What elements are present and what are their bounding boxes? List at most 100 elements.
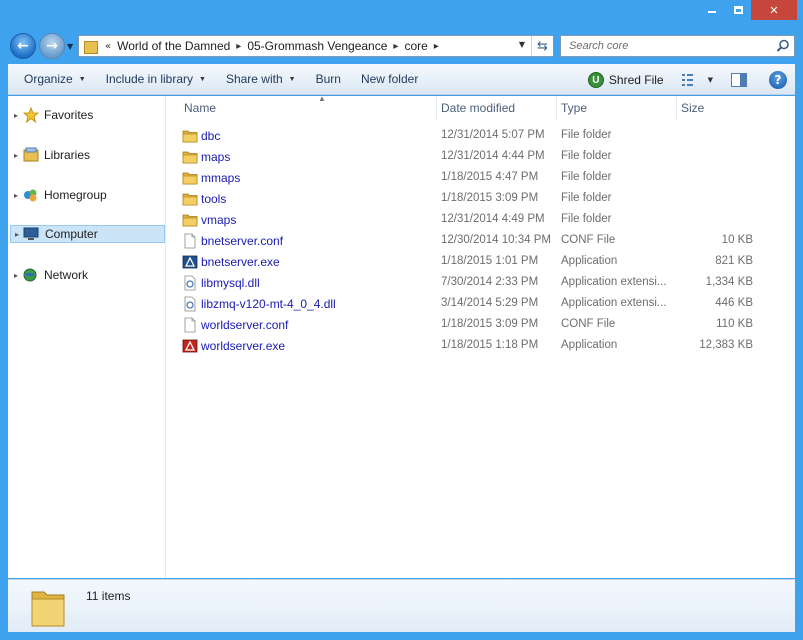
file-row[interactable]: worldserver.exe 1/18/2015 1:18 PM Applicat… bbox=[180, 335, 780, 356]
search-input[interactable] bbox=[569, 40, 769, 52]
caption-buttons: ✕ bbox=[699, 0, 797, 20]
share-with-button[interactable]: Share with ▼ bbox=[218, 67, 304, 91]
nav-item-computer[interactable]: ▸ Computer bbox=[10, 225, 165, 243]
organize-label: Organize bbox=[24, 72, 73, 86]
file-size: 12,383 KB bbox=[699, 339, 753, 351]
breadcrumb-item[interactable]: 05-Grommash Vengeance bbox=[247, 39, 387, 53]
chevron-right-icon[interactable]: ▸ bbox=[387, 41, 404, 52]
expand-icon[interactable]: ▸ bbox=[10, 271, 22, 280]
file-date-modified: 1/18/2015 3:09 PM bbox=[441, 318, 539, 330]
refresh-icon: ⇆ bbox=[537, 38, 548, 54]
expand-icon[interactable]: ▸ bbox=[10, 191, 22, 200]
command-bar-right: U Shred File ▼ ? bbox=[587, 68, 787, 92]
nav-item-homegroup[interactable]: ▸ Homegroup bbox=[10, 186, 165, 204]
file-type: CONF File bbox=[561, 234, 616, 246]
organize-button[interactable]: Organize ▼ bbox=[16, 67, 94, 91]
file-name: libzmq-v120-mt-4_0_4.dll bbox=[201, 297, 336, 311]
arrow-right-icon: → bbox=[46, 38, 58, 54]
file-row[interactable]: bnetserver.exe 1/18/2015 1:01 PM Applicati… bbox=[180, 251, 780, 272]
back-button[interactable]: ← bbox=[10, 33, 36, 59]
maximize-button[interactable] bbox=[725, 0, 751, 20]
main-area: ▸ Favorites ▸ Libraries ▸ Homegroup ▸ Co… bbox=[8, 94, 795, 578]
breadcrumb-item[interactable]: core bbox=[404, 39, 427, 53]
shred-file-label: Shred File bbox=[608, 73, 664, 87]
file-row[interactable]: libmysql.dll 7/30/2014 2:33 PM Application… bbox=[180, 272, 780, 293]
sort-ascending-icon: ▲ bbox=[318, 94, 326, 103]
file-date-modified: 1/18/2015 1:18 PM bbox=[441, 339, 539, 351]
file-size: 1,334 KB bbox=[705, 276, 753, 288]
file-list: Name ▲ Date modified Type Size dbc 12/31/… bbox=[168, 94, 795, 578]
explorer-window: ✕ ← → ▼ « World of the Damned ▸ 05-Gromm… bbox=[0, 0, 803, 640]
file-row[interactable]: libzmq-v120-mt-4_0_4.dll 3/14/2014 5:29 P… bbox=[180, 293, 780, 314]
breadcrumb-item[interactable]: World of the Damned bbox=[117, 39, 230, 53]
expand-icon[interactable]: ▸ bbox=[10, 151, 22, 160]
command-bar: Organize ▼ Include in library ▼ Share with… bbox=[8, 64, 795, 95]
preview-pane-icon[interactable] bbox=[731, 73, 747, 87]
expand-icon[interactable]: ▸ bbox=[10, 111, 22, 120]
column-header-type[interactable]: Type bbox=[557, 96, 677, 120]
chevron-down-icon: ▼ bbox=[78, 75, 86, 83]
folder-icon bbox=[182, 214, 198, 227]
file-size: 821 KB bbox=[715, 255, 753, 267]
views-dropdown-icon[interactable]: ▼ bbox=[708, 76, 713, 84]
column-header-date[interactable]: Date modified bbox=[437, 96, 557, 120]
file-type: Application bbox=[561, 255, 618, 267]
file-row[interactable]: mmaps 1/18/2015 4:47 PM File folder bbox=[180, 167, 780, 188]
network-icon bbox=[23, 268, 37, 282]
views-icon[interactable] bbox=[681, 73, 700, 87]
column-label: Date modified bbox=[441, 101, 516, 115]
file-date-modified: 3/14/2014 5:29 PM bbox=[441, 297, 539, 309]
column-header-name[interactable]: Name ▲ bbox=[180, 94, 437, 120]
file-name: tools bbox=[201, 192, 227, 206]
forward-button[interactable]: → bbox=[39, 33, 65, 59]
folder-icon bbox=[182, 130, 198, 143]
column-header-size[interactable]: Size bbox=[677, 96, 767, 120]
refresh-button[interactable]: ⇆ bbox=[531, 36, 553, 56]
column-label: Name bbox=[184, 101, 217, 115]
file-type: Application extensi... bbox=[561, 297, 667, 309]
file-date-modified: 12/31/2014 4:49 PM bbox=[441, 213, 545, 225]
nav-item-libraries[interactable]: ▸ Libraries bbox=[10, 146, 165, 164]
help-icon[interactable]: ? bbox=[769, 71, 787, 89]
close-button[interactable]: ✕ bbox=[751, 0, 797, 20]
shred-icon: U bbox=[587, 72, 604, 88]
file-row[interactable]: maps 12/31/2014 4:44 PM File folder bbox=[180, 146, 780, 167]
items-count: 11 items bbox=[86, 589, 131, 603]
search-icon[interactable] bbox=[776, 39, 790, 53]
file-size: 110 KB bbox=[716, 318, 753, 330]
dll-icon bbox=[184, 275, 196, 291]
file-row[interactable]: dbc 12/31/2014 5:07 PM File folder bbox=[180, 125, 780, 146]
include-in-library-label: Include in library bbox=[105, 72, 194, 86]
breadcrumb-overflow[interactable]: « bbox=[99, 41, 117, 52]
star-icon bbox=[22, 107, 40, 123]
file-row[interactable]: worldserver.conf 1/18/2015 3:09 PM CONF Fi… bbox=[180, 314, 780, 335]
recent-pages-dropdown[interactable]: ▼ bbox=[67, 42, 73, 51]
folder-icon bbox=[83, 38, 99, 54]
file-date-modified: 7/30/2014 2:33 PM bbox=[441, 276, 539, 288]
chevron-down-icon: ▼ bbox=[199, 75, 206, 83]
address-dropdown-icon[interactable]: ▼ bbox=[519, 40, 525, 49]
file-name: worldserver.exe bbox=[201, 339, 286, 353]
file-type: File folder bbox=[561, 150, 612, 162]
nav-item-label: Computer bbox=[45, 227, 98, 241]
new-folder-button[interactable]: New folder bbox=[353, 67, 426, 91]
libraries-icon bbox=[23, 147, 39, 162]
folder-icon bbox=[182, 172, 198, 185]
address-bar[interactable]: « World of the Damned ▸ 05-Grommash Veng… bbox=[78, 35, 554, 57]
file-row[interactable]: bnetserver.conf 12/30/2014 10:34 PM CONF F… bbox=[180, 230, 780, 251]
expand-icon[interactable]: ▸ bbox=[11, 230, 23, 239]
nav-item-network[interactable]: ▸ Network bbox=[10, 266, 165, 284]
include-in-library-button[interactable]: Include in library ▼ bbox=[98, 67, 214, 91]
nav-item-label: Libraries bbox=[44, 148, 91, 162]
file-row[interactable]: tools 1/18/2015 3:09 PM File folder bbox=[180, 188, 780, 209]
burn-button[interactable]: Burn bbox=[308, 67, 349, 91]
details-pane: 11 items bbox=[8, 579, 795, 632]
exe-icon bbox=[182, 255, 198, 269]
minimize-button[interactable] bbox=[699, 0, 725, 20]
nav-item-favorites[interactable]: ▸ Favorites bbox=[10, 106, 165, 124]
chevron-right-icon[interactable]: ▸ bbox=[428, 41, 445, 52]
chevron-right-icon[interactable]: ▸ bbox=[230, 41, 247, 52]
shred-file-button[interactable]: U Shred File bbox=[587, 72, 664, 88]
navigation-row: ← → ▼ « World of the Damned ▸ 05-Grommas… bbox=[8, 33, 795, 59]
file-row[interactable]: vmaps 12/31/2014 4:49 PM File folder bbox=[180, 209, 780, 230]
